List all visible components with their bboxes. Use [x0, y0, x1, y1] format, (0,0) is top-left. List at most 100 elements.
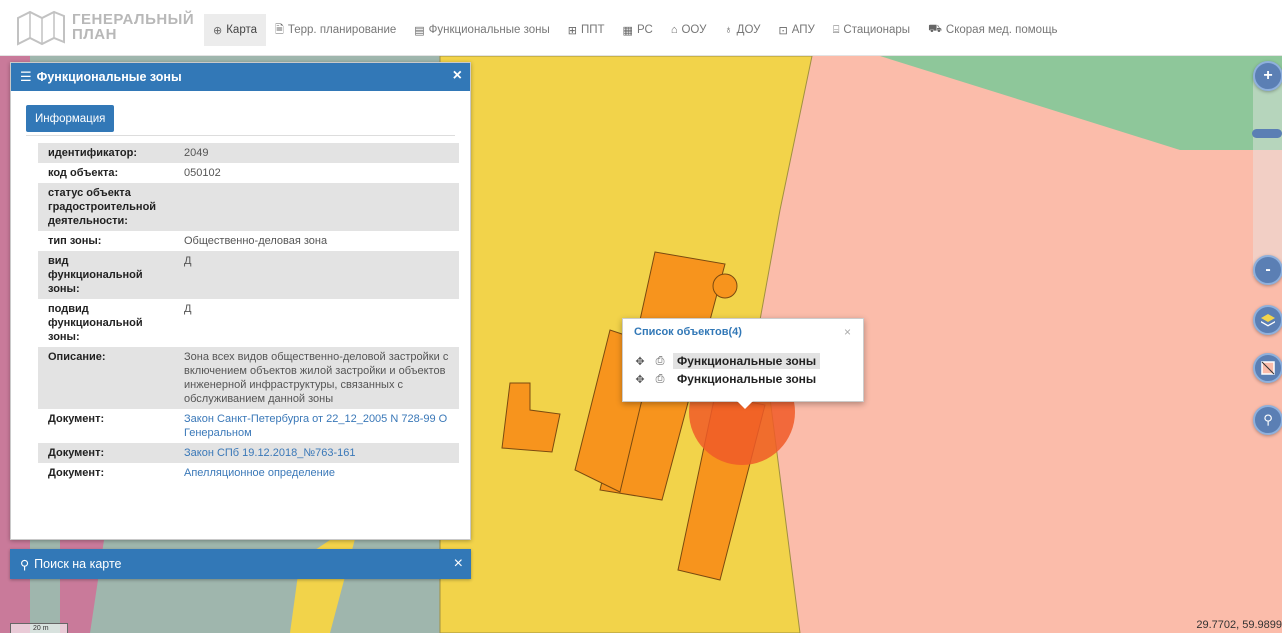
- scale-bar: 20 m: [10, 623, 68, 633]
- zoom-in-button[interactable]: +: [1253, 61, 1282, 91]
- nav-functional-zones[interactable]: ▤ Функциональные зоны: [405, 14, 559, 46]
- measure-button[interactable]: [1253, 353, 1282, 383]
- close-icon[interactable]: ×: [454, 556, 463, 572]
- popup-list-item[interactable]: ✥ ⎙ Функциональные зоны: [633, 370, 820, 388]
- logo-text: ГЕНЕРАЛЬНЫЙ ПЛАН: [72, 12, 194, 42]
- nav-apu[interactable]: ⊡ АПУ: [769, 14, 823, 46]
- move-icon[interactable]: ✥: [633, 373, 647, 386]
- attr-key: вид функциональной зоны:: [38, 251, 174, 299]
- search-icon: ⚲: [20, 557, 30, 572]
- search-panel-header[interactable]: ⚲ Поиск на карте ×: [10, 549, 471, 579]
- popup-title: Список объектов(4): [634, 326, 742, 338]
- attr-value: 050102: [184, 167, 221, 179]
- tab-information-label: Информация: [35, 112, 106, 125]
- coordinates-readout: 29.7702, 59.9899: [1196, 619, 1282, 631]
- popup-pointer: [737, 401, 753, 409]
- layers-button[interactable]: [1253, 305, 1282, 335]
- school-icon: ⌂: [670, 24, 678, 36]
- functional-zones-panel: ☰ Функциональные зоны × Информация идент…: [10, 62, 471, 540]
- attr-key: код объекта:: [48, 167, 119, 179]
- nav-oou[interactable]: ⌂ ООУ: [662, 14, 716, 46]
- logo-line2: ПЛАН: [72, 26, 117, 43]
- print-icon[interactable]: ⎙: [653, 373, 667, 386]
- attr-value: [174, 183, 459, 231]
- sign-icon: ⊡: [778, 24, 788, 37]
- table-row: Документ: Апелляционное определение: [38, 463, 459, 483]
- document-icon: 🗎: [275, 23, 284, 36]
- attr-key: Документ:: [48, 413, 105, 425]
- document-link[interactable]: Закон Санкт-Петербурга от 22_12_2005 N 7…: [174, 409, 459, 443]
- objects-list-popup: Список объектов(4) × ✥ ⎙ Функциональные …: [622, 318, 864, 409]
- nav-territorial-planning[interactable]: 🗎 Терр. планирование: [266, 14, 405, 46]
- table-row: код объекта: 050102: [38, 163, 459, 183]
- grid-icon: ⊞: [567, 24, 577, 37]
- kindergarten-icon: ♁: [724, 24, 733, 36]
- panel-header: ☰ Функциональные зоны ×: [11, 63, 470, 91]
- zoom-out-label: -: [1265, 261, 1271, 278]
- table-row: Описание: Зона всех видов общественно-дел…: [38, 347, 459, 409]
- zoom-slider-track[interactable]: [1253, 76, 1282, 276]
- nav-dou[interactable]: ♁ ДОУ: [715, 14, 769, 46]
- nav-ppt-label: ППТ: [580, 24, 605, 36]
- hospital-icon: ⌸: [832, 23, 840, 36]
- logo-line1: ГЕНЕРАЛЬНЫЙ: [72, 11, 195, 28]
- attr-key: подвид функциональной зоны:: [48, 303, 143, 343]
- layers-icon: [1261, 314, 1275, 327]
- attr-value: Зона всех видов общественно-деловой заст…: [174, 347, 459, 409]
- tab-divider: [26, 135, 455, 136]
- table-row: идентификатор: 2049: [38, 143, 459, 163]
- table-row: Документ: Закон Санкт-Петербурга от 22_12…: [38, 409, 459, 443]
- list-icon: ▤: [414, 24, 425, 37]
- attr-key: тип зоны:: [48, 235, 102, 247]
- nav-dou-label: ДОУ: [736, 24, 761, 36]
- search-map-button[interactable]: ⚲: [1253, 405, 1282, 435]
- attr-value: Д: [184, 303, 192, 315]
- nav-apu-label: АПУ: [791, 24, 815, 36]
- attr-value: Д: [174, 251, 459, 299]
- table-row: тип зоны: Общественно-деловая зона: [38, 231, 459, 251]
- nav-ambulance[interactable]: ⛟ Скорая мед. помощь: [919, 14, 1066, 46]
- search-icon: ⚲: [1263, 412, 1273, 427]
- nav-map[interactable]: ⊕ Карта: [204, 14, 266, 46]
- tab-information[interactable]: Информация: [26, 105, 115, 132]
- close-icon[interactable]: ×: [844, 325, 851, 339]
- panel-title: Функциональные зоны: [36, 70, 182, 84]
- nav-oou-label: ООУ: [681, 24, 707, 36]
- popup-list-item[interactable]: ✥ ⎙ Функциональные зоны: [633, 352, 821, 370]
- attr-key: Документ:: [48, 467, 105, 479]
- document-link[interactable]: Закон СПб 19.12.2018_№763-161: [174, 443, 459, 463]
- attributes-table: идентификатор: 2049 код объекта: 050102 ст…: [38, 143, 459, 483]
- move-icon[interactable]: ✥: [633, 355, 647, 368]
- document-link[interactable]: Апелляционное определение: [174, 463, 459, 483]
- popup-item-label: Функциональные зоны: [673, 353, 821, 369]
- table-row: Документ: Закон СПб 19.12.2018_№763-161: [38, 443, 459, 463]
- nav-hospitals-label: Стационары: [843, 24, 911, 36]
- globe-icon: ⊕: [213, 24, 223, 37]
- search-panel-title: Поиск на карте: [34, 557, 122, 571]
- table-row: подвид функциональной зоны: Д: [38, 299, 459, 347]
- nav-hospitals[interactable]: ⌸ Стационары: [824, 14, 919, 46]
- nav-rs[interactable]: ▦ РС: [614, 14, 662, 46]
- nav-functional-zones-label: Функциональные зоны: [428, 24, 550, 36]
- app-header: ГЕНЕРАЛЬНЫЙ ПЛАН ⊕ Карта 🗎 Терр. планирова…: [0, 0, 1282, 56]
- table-row: вид функциональной зоны: Д: [38, 251, 459, 299]
- attr-key: статус объекта градостроительной деятель…: [38, 183, 174, 231]
- popup-item-label: Функциональные зоны: [677, 372, 817, 386]
- attr-key: идентификатор:: [38, 143, 174, 163]
- zoom-out-button[interactable]: -: [1253, 255, 1282, 285]
- ambulance-icon: ⛟: [928, 23, 942, 35]
- close-icon[interactable]: ×: [453, 68, 462, 84]
- attr-value: 2049: [174, 143, 459, 163]
- print-icon[interactable]: ⎙: [653, 355, 667, 368]
- nav-ambulance-label: Скорая мед. помощь: [945, 24, 1058, 36]
- zoom-slider-handle[interactable]: [1252, 129, 1282, 138]
- nav-map-label: Карта: [226, 24, 257, 36]
- map-frame-icon: [1261, 361, 1275, 375]
- building-round[interactable]: [712, 273, 738, 299]
- nav-territorial-planning-label: Терр. планирование: [287, 24, 397, 36]
- zoom-in-label: +: [1263, 67, 1273, 84]
- logo[interactable]: ГЕНЕРАЛЬНЫЙ ПЛАН: [16, 10, 196, 50]
- nav-ppt[interactable]: ⊞ ППТ: [559, 14, 614, 46]
- file-icon: ▦: [622, 24, 633, 37]
- attr-key: Документ:: [38, 443, 174, 463]
